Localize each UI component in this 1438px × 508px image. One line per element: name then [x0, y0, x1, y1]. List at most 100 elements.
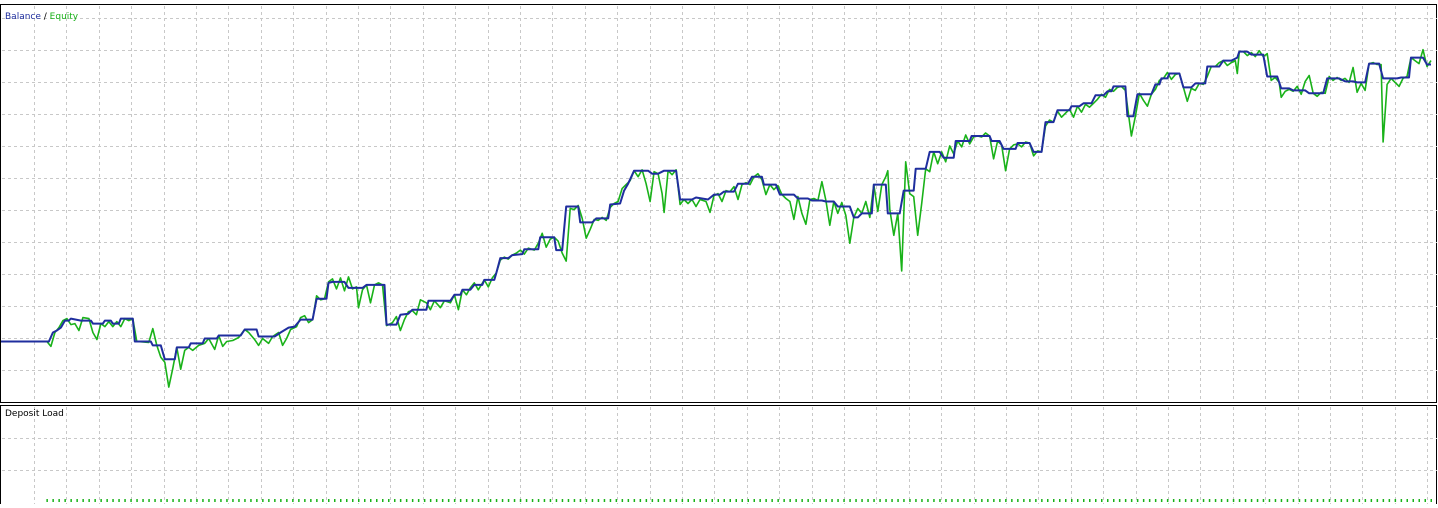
deposit-load-bar [921, 499, 923, 502]
deposit-load-bar [190, 499, 192, 502]
deposit-load-bar [933, 499, 935, 502]
deposit-load-bar [1023, 499, 1025, 502]
deposit-load-bar [1292, 499, 1295, 502]
deposit-load-bar [1154, 499, 1157, 502]
deposit-load-bar [70, 499, 72, 502]
deposit-load-bar [1214, 499, 1217, 502]
deposit-load-bar [777, 499, 779, 502]
deposit-load-bar [927, 499, 929, 502]
deposit-load-bar [747, 499, 749, 502]
deposit-load-bar [1340, 499, 1343, 502]
deposit-load-bar [1029, 499, 1031, 502]
deposit-load-bar [771, 499, 773, 502]
deposit-load-bar [136, 499, 138, 502]
deposit-load-bar [963, 499, 965, 502]
deposit-load-bar [82, 499, 84, 502]
deposit-load-bar [831, 499, 833, 502]
deposit-load-bar [711, 499, 713, 502]
deposit-load-bar [699, 499, 701, 502]
deposit-load-bar [1334, 499, 1337, 502]
deposit-load-bar [184, 499, 186, 502]
deposit-load-bar [166, 499, 168, 502]
deposit-load-bar [1352, 499, 1355, 502]
deposit-load-bar [58, 499, 60, 502]
deposit-load-bar [903, 499, 905, 502]
deposit-load-bar [334, 499, 336, 502]
deposit-load-bar [364, 499, 366, 502]
deposit-load-bar [531, 499, 534, 502]
deposit-load-bar [1406, 499, 1408, 502]
deposit-load-bar [1394, 499, 1397, 502]
deposit-load-bar [1095, 499, 1097, 502]
deposit-load-bar [417, 499, 420, 502]
deposit-load-bar [1113, 499, 1115, 502]
deposit-load-bar [298, 499, 300, 502]
deposit-load-bar [148, 499, 150, 502]
deposit-load-bar [1065, 499, 1067, 502]
deposit-load-bar [76, 499, 78, 502]
deposit-load-bar [316, 499, 318, 502]
deposit-load-title: Deposit Load [5, 409, 64, 419]
deposit-load-bar [657, 499, 660, 502]
deposit-load-bar [1382, 499, 1385, 502]
deposit-load-bar [160, 499, 162, 502]
deposit-load-bar [52, 499, 54, 502]
deposit-load-bar [376, 499, 378, 502]
deposit-load-bar [268, 499, 270, 502]
deposit-load-bar [214, 499, 216, 502]
deposit-load-bar [130, 499, 132, 502]
deposit-load-bar [669, 499, 672, 502]
deposit-load-bar [94, 499, 96, 502]
deposit-load-bar [897, 499, 899, 502]
deposit-load-bar [663, 499, 666, 502]
deposit-load-bar [1077, 499, 1079, 502]
deposit-load-bar [837, 499, 839, 502]
deposit-load-bar [429, 499, 432, 502]
deposit-load-bar [1136, 499, 1139, 502]
deposit-load-bar [1047, 499, 1049, 502]
deposit-load-bar [513, 499, 516, 502]
deposit-load-bar [1124, 499, 1127, 502]
deposit-load-bar [621, 499, 624, 502]
deposit-load-bar [435, 499, 438, 502]
deposit-load-bar [1256, 499, 1259, 502]
deposit-load-bar [951, 499, 953, 502]
deposit-load-bar [256, 499, 258, 502]
deposit-load-bar [1430, 499, 1432, 502]
deposit-load-bar [477, 499, 480, 502]
deposit-load-bar [1178, 499, 1181, 502]
deposit-load-bar [741, 499, 743, 502]
deposit-load-bar [1160, 499, 1163, 502]
deposit-load-bar [801, 499, 803, 502]
deposit-load-bar [909, 499, 911, 502]
deposit-load-bar [1130, 499, 1133, 502]
deposit-load-bar [1190, 499, 1193, 502]
deposit-load-bar [993, 499, 995, 502]
deposit-load-bar [1220, 499, 1223, 502]
deposit-load-bar [280, 499, 282, 502]
deposit-load-bar [615, 499, 618, 502]
deposit-load-bar [939, 499, 941, 502]
deposit-load-bar [753, 499, 755, 502]
deposit-load-bar [1005, 499, 1007, 502]
deposit-load-bar [501, 499, 504, 502]
deposit-load-bar [447, 499, 450, 502]
deposit-load-bar [639, 499, 642, 502]
deposit-load-bar [1400, 499, 1403, 502]
deposit-load-bar [687, 499, 689, 502]
deposit-load-bar [1238, 499, 1241, 502]
deposit-load-bar [591, 499, 594, 502]
deposit-load-bar [807, 499, 809, 502]
deposit-load-bar [867, 499, 869, 502]
deposit-load-bar [597, 499, 600, 502]
deposit-load-bar [555, 499, 558, 502]
deposit-load-bar [370, 499, 372, 502]
deposit-load-bar [1208, 499, 1211, 502]
deposit-load-bar [1274, 499, 1277, 502]
deposit-load-bar [1280, 499, 1283, 502]
deposit-load-bar [1083, 499, 1085, 502]
deposit-load-bar [1418, 499, 1420, 502]
deposit-load-bar [1412, 499, 1414, 502]
deposit-load-bar [196, 499, 198, 502]
deposit-load-bar [352, 499, 354, 502]
